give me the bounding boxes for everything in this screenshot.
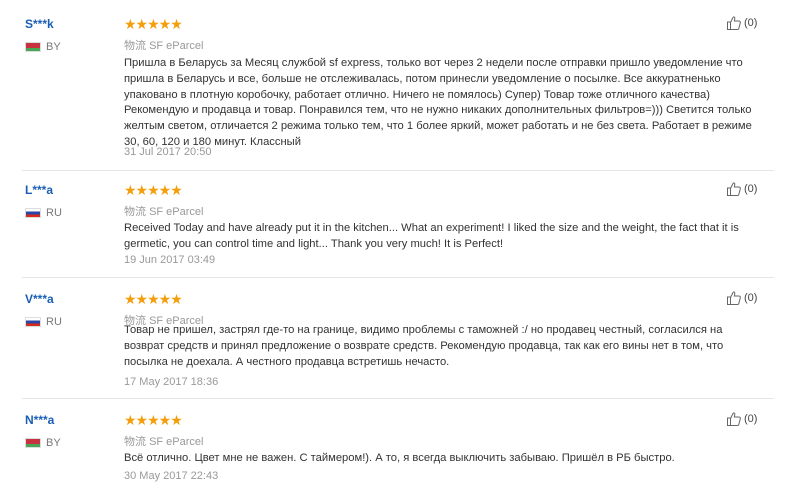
divider [22, 170, 774, 171]
star-rating: ★★★★★ [124, 16, 183, 32]
thumbs-up-icon [727, 16, 741, 30]
logistics-label: 物流 [124, 40, 146, 52]
logistics-value: SF eParcel [149, 40, 204, 52]
russia-flag-icon [25, 208, 41, 218]
helpful-count: (0) [744, 183, 758, 195]
reviewer-name[interactable]: S***k [25, 17, 54, 31]
reviewer-name[interactable]: N***a [25, 413, 54, 427]
logistics-value: SF eParcel [149, 436, 204, 448]
reviewer-name[interactable]: V***a [25, 292, 54, 306]
divider [22, 277, 774, 278]
logistics-info: 物流 SF eParcel [124, 433, 203, 449]
thumbs-up-icon [727, 412, 741, 426]
country-code: RU [46, 207, 62, 219]
review-date: 17 May 2017 18:36 [124, 376, 219, 388]
review-date: 19 Jun 2017 03:49 [124, 254, 216, 266]
reviewer-name[interactable]: L***a [25, 183, 53, 197]
belarus-flag-icon [25, 42, 41, 52]
divider [22, 398, 774, 399]
country-code: BY [46, 41, 61, 53]
helpful-button[interactable]: (0) [726, 411, 757, 427]
review-text: Товар не пришел, застрял где-то на грани… [124, 324, 724, 368]
helpful-button[interactable]: (0) [726, 181, 757, 197]
logistics-value: SF eParcel [149, 206, 204, 218]
helpful-count: (0) [744, 413, 758, 425]
review-date: 31 Jul 2017 20:50 [124, 146, 212, 158]
reviewer-country: RU [25, 316, 62, 328]
belarus-flag-icon [25, 438, 41, 448]
logistics-label: 物流 [124, 436, 146, 448]
russia-flag-icon [25, 317, 41, 327]
review-date: 30 May 2017 22:43 [124, 470, 219, 482]
review-text: Received Today and have already put it i… [124, 222, 739, 250]
reviewer-country: BY [25, 437, 61, 449]
helpful-button[interactable]: (0) [726, 290, 757, 306]
review-text: Пришла в Беларусь за Месяц службой sf ex… [124, 57, 752, 148]
logistics-info: 物流 SF eParcel [124, 37, 203, 53]
thumbs-up-icon [727, 291, 741, 305]
thumbs-up-icon [727, 182, 741, 196]
helpful-count: (0) [744, 17, 758, 29]
star-rating: ★★★★★ [124, 291, 183, 307]
star-rating: ★★★★★ [124, 182, 183, 198]
reviewer-country: RU [25, 207, 62, 219]
helpful-count: (0) [744, 292, 758, 304]
helpful-button[interactable]: (0) [726, 15, 757, 31]
reviewer-country: BY [25, 41, 61, 53]
country-code: BY [46, 437, 61, 449]
country-code: RU [46, 316, 62, 328]
star-rating: ★★★★★ [124, 412, 183, 428]
logistics-label: 物流 [124, 206, 146, 218]
logistics-info: 物流 SF eParcel [124, 203, 203, 219]
review-text: Всё отлично. Цвет мне не важен. С таймер… [124, 452, 675, 464]
